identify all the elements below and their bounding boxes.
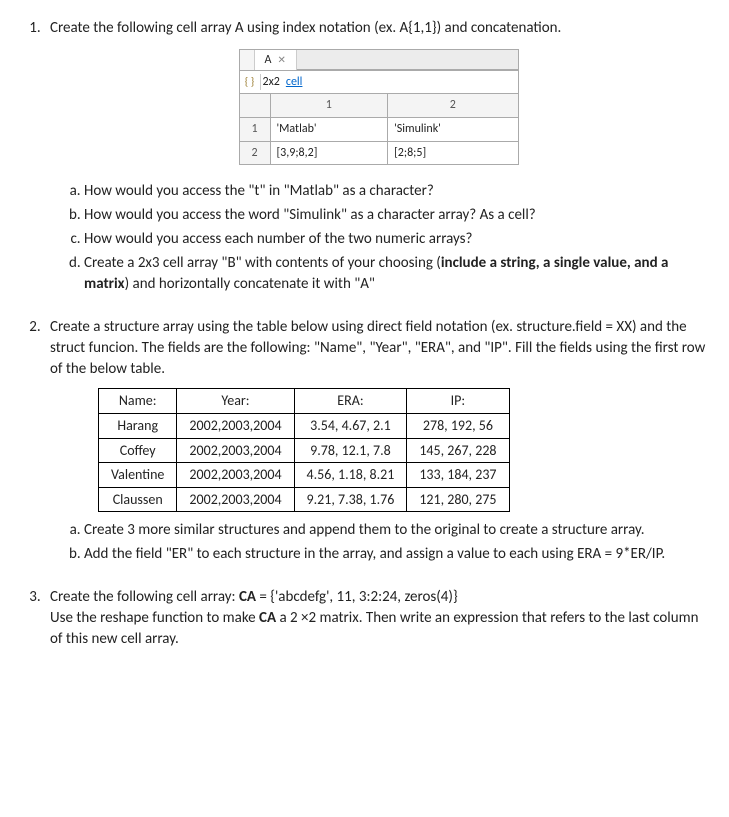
q1d: Create a 2x3 cell array "B" with content… [84, 253, 707, 295]
q1d-post: ) and horizontally concatenate it with "… [125, 275, 375, 293]
col-header: ERA: [294, 389, 407, 414]
cell: 4.56, 1.18, 8.21 [294, 463, 407, 488]
cell: 2002,2003,2004 [177, 463, 294, 488]
cell: 3.54, 4.67, 2.1 [294, 413, 407, 438]
q2b: Add the field "ER" to each structure in … [84, 544, 707, 565]
tabbar-spacer [240, 50, 255, 70]
cell: 9.78, 12.1, 7.8 [294, 438, 407, 463]
row-header: 2 [239, 141, 270, 165]
q3-line1-post: = {'abcdefg', 11, 3:2:24, zeros(4)} [256, 588, 458, 606]
variable-tab-label: A [265, 52, 272, 69]
row-header: 1 [239, 117, 270, 141]
question-2: Create a structure array using the table… [44, 317, 707, 565]
viewer-tabbar: A ✕ [239, 49, 519, 70]
col-header: Name: [99, 389, 177, 414]
cell: 2002,2003,2004 [177, 438, 294, 463]
tabbar-filler [297, 50, 518, 70]
variable-tab[interactable]: A ✕ [255, 50, 297, 70]
q3-line1-pre: Create the following cell array: [50, 588, 239, 606]
q2a: Create 3 more similar structures and app… [84, 520, 707, 541]
q2-subparts: Create 3 more similar structures and app… [50, 520, 707, 565]
grid-cell[interactable]: 'Simulink' [388, 117, 518, 141]
matlab-variable-viewer: A ✕ { } 2x2 cell 1 2 1 'Matlab' [239, 49, 519, 165]
col-header: 1 [270, 94, 388, 118]
close-icon[interactable]: ✕ [277, 53, 285, 67]
q1c: How would you access each number of the … [84, 229, 707, 250]
col-header: 2 [388, 94, 518, 118]
q3-line2-pre: Use the reshape function to make [50, 609, 259, 627]
cell: 9.21, 7.38, 1.76 [294, 487, 407, 512]
grid-cell[interactable]: [2;8;5] [388, 141, 518, 165]
cell: 133, 184, 237 [407, 463, 509, 488]
corner-cell [239, 94, 270, 118]
pitcher-table: Name: Year: ERA: IP: Harang 2002,2003,20… [98, 388, 510, 512]
cell: Valentine [99, 463, 177, 488]
question-1: Create the following cell array A using … [44, 18, 707, 295]
col-header: IP: [407, 389, 509, 414]
q1a: How would you access the "t" in "Matlab"… [84, 181, 707, 202]
table-row: Harang 2002,2003,2004 3.54, 4.67, 2.1 27… [99, 413, 510, 438]
cell-grid: 1 2 1 'Matlab' 'Simulink' 2 [3,9;8,2] [2… [239, 93, 519, 165]
col-header: Year: [177, 389, 294, 414]
table-row: Claussen 2002,2003,2004 9.21, 7.38, 1.76… [99, 487, 510, 512]
cell: 121, 280, 275 [407, 487, 509, 512]
q3-line1-bold: CA [239, 588, 256, 606]
dim-text: 2x2 [261, 74, 280, 91]
q1-text: Create the following cell array A using … [50, 19, 561, 37]
cell: Harang [99, 413, 177, 438]
cell: Coffey [99, 438, 177, 463]
dimension-row: { } 2x2 cell [239, 70, 519, 93]
q3-line2-bold: CA [259, 609, 276, 627]
cell-type-link[interactable]: cell [280, 74, 303, 91]
q1-subparts: How would you access the "t" in "Matlab"… [50, 181, 707, 295]
grid-cell[interactable]: [3,9;8,2] [270, 141, 388, 165]
cell-array-icon: { } [240, 74, 261, 89]
q1d-pre: Create a 2x3 cell array "B" with content… [84, 254, 441, 272]
table-row: Coffey 2002,2003,2004 9.78, 12.1, 7.8 14… [99, 438, 510, 463]
q2-text: Create a structure array using the table… [50, 318, 705, 378]
grid-cell[interactable]: 'Matlab' [270, 117, 388, 141]
q1b: How would you access the word "Simulink"… [84, 205, 707, 226]
table-row: Valentine 2002,2003,2004 4.56, 1.18, 8.2… [99, 463, 510, 488]
cell: Claussen [99, 487, 177, 512]
cell: 145, 267, 228 [407, 438, 509, 463]
table-row: Name: Year: ERA: IP: [99, 389, 510, 414]
question-3: Create the following cell array: CA = {'… [44, 587, 707, 650]
cell: 2002,2003,2004 [177, 487, 294, 512]
cell: 2002,2003,2004 [177, 413, 294, 438]
cell: 278, 192, 56 [407, 413, 509, 438]
question-list: Create the following cell array A using … [22, 18, 707, 650]
